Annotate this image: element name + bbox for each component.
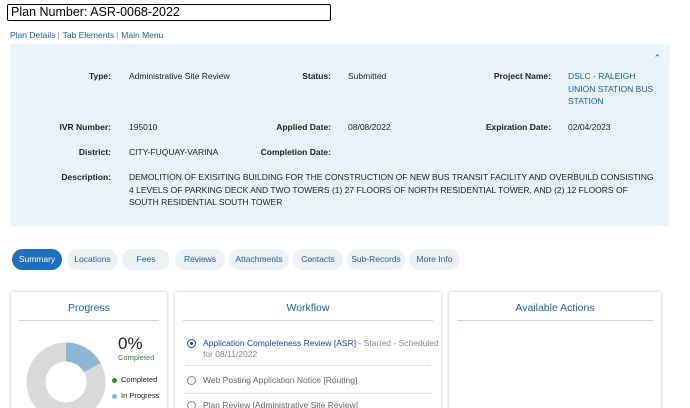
workflow-radio-active[interactable]	[187, 339, 196, 348]
progress-panel: Progress 0% Completed Completed In Progr…	[11, 292, 167, 408]
legend-in-progress: In Progress	[112, 391, 159, 400]
tab-contacts[interactable]: Contacts	[293, 249, 343, 270]
applied-date-value: 08/08/2022	[348, 122, 391, 132]
project-name-link[interactable]: DSLC - RALEIGH UNION STATION BUS STATION	[568, 70, 660, 108]
tab-elements-link[interactable]: Tab Elements	[63, 30, 115, 40]
project-name-label: Project Name:	[493, 71, 551, 81]
breadcrumb: Plan Details | Tab Elements | Main Menu	[10, 30, 163, 40]
expiration-date-label: Expiration Date:	[485, 122, 551, 132]
tab-locations[interactable]: Locations	[67, 249, 118, 270]
expiration-date-value: 02/04/2023	[568, 122, 611, 132]
type-value: Administrative Site Review	[129, 71, 230, 81]
plan-number-title: Plan Number: ASR-0068-2022	[7, 4, 331, 21]
tab-more-info[interactable]: More Info	[409, 249, 460, 270]
legend-in-progress-label: In Progress	[121, 391, 160, 400]
tab-reviews[interactable]: Reviews	[175, 249, 225, 270]
workflow-item-link[interactable]: Application Completeness Review [ASR]	[203, 338, 356, 348]
district-value: CITY-FUQUAY-VARINA	[129, 147, 219, 157]
tab-fees[interactable]: Fees	[122, 249, 170, 270]
chevron-up-icon[interactable]: ⌃	[653, 53, 661, 64]
workflow-radio[interactable]	[187, 376, 196, 385]
available-actions-title: Available Actions	[457, 302, 653, 321]
progress-donut-chart	[26, 342, 106, 408]
workflow-item-name: Web Posting Application Notice [Routing]	[203, 375, 358, 385]
nav-separator: |	[57, 30, 60, 40]
type-label: Type:	[88, 71, 111, 81]
tab-sub-records[interactable]: Sub-Records	[347, 249, 405, 270]
workflow-title: Workflow	[183, 302, 433, 321]
completion-date-label: Completion Date:	[260, 147, 331, 157]
workflow-divider	[185, 393, 431, 394]
status-label: Status:	[302, 71, 331, 81]
progress-percent: 0%	[118, 334, 143, 353]
progress-title: Progress	[19, 302, 159, 321]
plan-details-link[interactable]: Plan Details	[10, 30, 55, 40]
status-value: Submitted	[348, 71, 387, 81]
ivr-number-value: 195010	[129, 122, 158, 132]
workflow-divider	[185, 365, 431, 366]
description-label: Description:	[61, 172, 111, 182]
ivr-number-label: IVR Number:	[59, 122, 111, 132]
description-value: DEMOLITION OF EXISITING BUILDING FOR THE…	[129, 172, 654, 207]
applied-date-label: Applied Date:	[276, 122, 331, 132]
tab-attachments[interactable]: Attachments	[229, 249, 289, 270]
tab-summary[interactable]: Summary	[12, 249, 62, 270]
district-label: District:	[78, 147, 111, 157]
legend-completed-label: Completed	[121, 375, 158, 384]
legend-in-progress-dot	[112, 393, 117, 399]
available-actions-panel: Available Actions	[449, 292, 661, 408]
donut-in-progress-slice	[65, 342, 101, 373]
progress-percent-label: Completed	[118, 353, 155, 362]
nav-separator: |	[116, 30, 119, 40]
workflow-radio[interactable]	[187, 401, 196, 408]
legend-completed: Completed	[112, 375, 157, 384]
legend-completed-dot	[112, 377, 117, 383]
main-menu-link[interactable]: Main Menu	[121, 30, 163, 40]
workflow-item-name: Plan Review [Administrative Site Review]	[203, 400, 358, 408]
plan-details-panel: ⌃ Type: Administrative Site Review Statu…	[11, 44, 669, 226]
workflow-panel: Workflow Application Completeness Review…	[175, 292, 441, 408]
